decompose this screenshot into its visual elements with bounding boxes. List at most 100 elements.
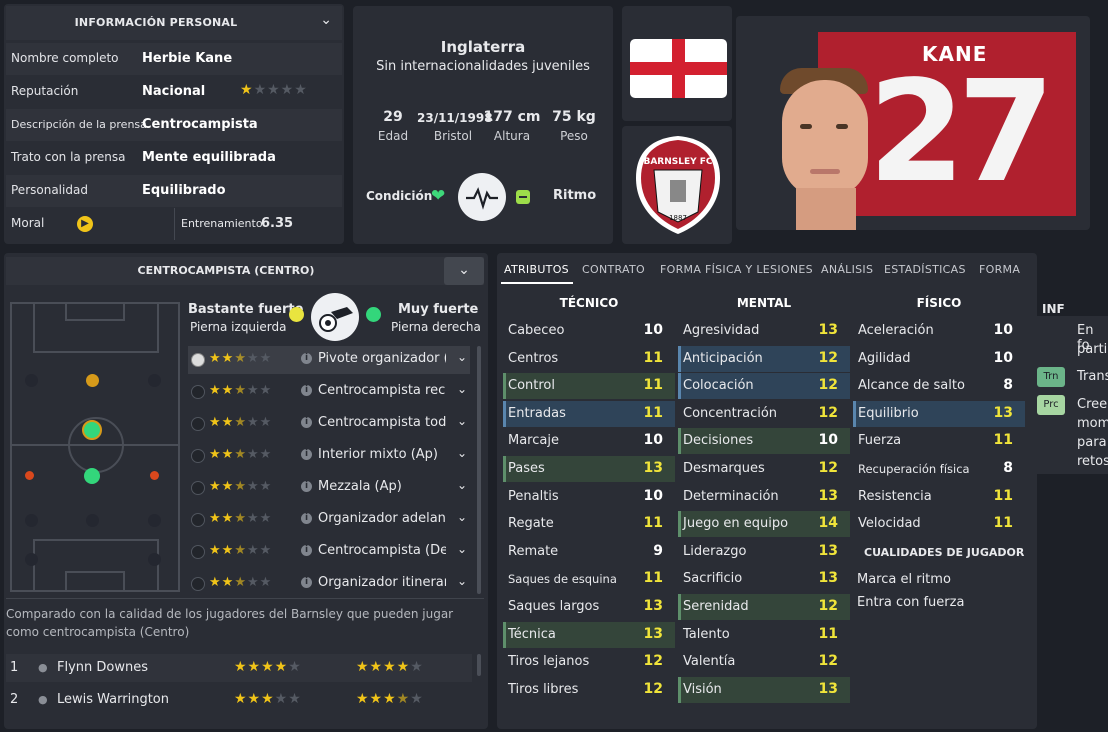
- attribute-row-mental[interactable]: Juego en equipo 14: [678, 511, 850, 538]
- info-icon[interactable]: i: [301, 417, 312, 428]
- attribute-row-physical[interactable]: Alcance de salto 8: [853, 373, 1025, 399]
- attribute-row-mental[interactable]: Liderazgo 13: [678, 539, 850, 565]
- chevron-down-icon[interactable]: ⌄: [457, 446, 467, 460]
- role-item[interactable]: ★★★★★ i Pivote organizador (... ⌄: [188, 346, 470, 374]
- attribute-row-mental[interactable]: Desmarques 12: [678, 456, 850, 482]
- attribute-row-technical[interactable]: Entradas 11: [503, 400, 675, 427]
- chevron-down-icon[interactable]: ⌄: [457, 574, 467, 588]
- info-icon[interactable]: i: [301, 481, 312, 492]
- morale-icon[interactable]: ▶: [77, 216, 93, 232]
- attribute-row-physical[interactable]: Fuerza 11: [853, 428, 1025, 454]
- personal-info-header[interactable]: INFORMACIÓN PERSONAL ⌄: [6, 6, 342, 40]
- tab-forma[interactable]: FORMA: [979, 263, 1020, 276]
- attribute-row-mental[interactable]: Agresividad 13: [678, 318, 850, 344]
- attribute-row-mental[interactable]: Serenidad 12: [678, 594, 850, 620]
- tab-analisis[interactable]: ANÁLISIS: [821, 263, 873, 276]
- tab-estadisticas[interactable]: ESTADÍSTICAS: [884, 263, 966, 276]
- attribute-row-technical[interactable]: Remate 9: [503, 539, 675, 565]
- attribute-row-physical[interactable]: Aceleración 10: [853, 318, 1025, 344]
- role-item[interactable]: ★★★★★ i Organizador itineran... ⌄: [188, 570, 470, 598]
- comparison-scrollbar[interactable]: [477, 654, 481, 676]
- role-item[interactable]: ★★★★★ i Mezzala (Ap) ⌄: [188, 474, 470, 502]
- attribute-row-technical[interactable]: Saques de esquina 11: [503, 566, 675, 592]
- current-ability-stars: ★★★★★: [234, 659, 302, 675]
- comparison-row[interactable]: 1 ● Flynn Downes ★★★★★ ★★★★★: [6, 654, 472, 682]
- attribute-row-technical[interactable]: Saques largos 13: [503, 594, 675, 620]
- attribute-row-technical[interactable]: Pases 13: [503, 456, 675, 482]
- role-select-radio[interactable]: [191, 449, 205, 463]
- attribute-value: 13: [993, 404, 1013, 421]
- attribute-value: 12: [818, 349, 838, 366]
- attribute-row-technical[interactable]: Centros 11: [503, 346, 675, 372]
- chevron-down-icon[interactable]: ⌄: [457, 350, 467, 364]
- attribute-row-technical[interactable]: Regate 11: [503, 511, 675, 537]
- attribute-row-physical[interactable]: Recuperación física 8: [853, 456, 1025, 482]
- tab-atributos[interactable]: ATRIBUTOS: [504, 263, 569, 276]
- chevron-down-icon[interactable]: ⌄: [457, 382, 467, 396]
- attribute-row-mental[interactable]: Decisiones 10: [678, 428, 850, 455]
- attribute-row-mental[interactable]: Talento 11: [678, 622, 850, 648]
- comparison-row[interactable]: 2 ● Lewis Warrington ★★★★★ ★★★★★: [6, 686, 472, 714]
- attribute-row-technical[interactable]: Cabeceo 10: [503, 318, 675, 344]
- chevron-down-icon[interactable]: ⌄: [320, 12, 332, 28]
- role-select-radio[interactable]: [191, 513, 205, 527]
- role-select-radio[interactable]: [191, 353, 205, 367]
- attribute-name: Anticipación: [683, 350, 763, 366]
- role-select-radio[interactable]: [191, 481, 205, 495]
- attribute-row-technical[interactable]: Tiros libres 12: [503, 677, 675, 703]
- attribute-row-technical[interactable]: Tiros lejanos 12: [503, 649, 675, 675]
- attribute-row-technical[interactable]: Marcaje 10: [503, 428, 675, 454]
- role-item[interactable]: ★★★★★ i Centrocampista tod... ⌄: [188, 410, 470, 438]
- role-select-radio[interactable]: [191, 385, 205, 399]
- chevron-down-icon[interactable]: ⌄: [457, 510, 467, 524]
- tab-forma-fisica[interactable]: FORMA FÍSICA Y LESIONES: [660, 263, 813, 276]
- pitch-dot-current-position[interactable]: [82, 420, 102, 440]
- attribute-row-physical[interactable]: Resistencia 11: [853, 484, 1025, 510]
- info-icon[interactable]: i: [301, 545, 312, 556]
- chevron-down-icon[interactable]: ⌄: [457, 542, 467, 556]
- info-icon[interactable]: i: [301, 385, 312, 396]
- info-icon[interactable]: i: [301, 577, 312, 588]
- comparison-text: Comparado con la calidad de los jugadore…: [6, 607, 454, 639]
- attribute-row-mental[interactable]: Valentía 12: [678, 649, 850, 675]
- chevron-down-icon[interactable]: ⌄: [457, 478, 467, 492]
- attribute-row-mental[interactable]: Anticipación 12: [678, 345, 850, 372]
- attribute-name: Equilibrio: [858, 405, 919, 421]
- role-stars: ★★★★★: [209, 415, 273, 430]
- role-item[interactable]: ★★★★★ i Centrocampista rec... ⌄: [188, 378, 470, 406]
- attribute-row-technical[interactable]: Penaltis 10: [503, 484, 675, 510]
- fitness-pulse-icon[interactable]: [458, 173, 506, 221]
- chevron-down-icon[interactable]: ⌄: [457, 414, 467, 428]
- attribute-row-mental[interactable]: Determinación 13: [678, 484, 850, 510]
- position-header[interactable]: CENTROCAMPISTA (CENTRO) ⌄: [6, 257, 484, 285]
- role-item[interactable]: ★★★★★ i Centrocampista (De) ⌄: [188, 538, 470, 566]
- attribute-row-mental[interactable]: Sacrificio 13: [678, 566, 850, 592]
- attribute-row-mental[interactable]: Colocación 12: [678, 373, 850, 400]
- role-select-radio[interactable]: [191, 417, 205, 431]
- info-icon[interactable]: i: [301, 449, 312, 460]
- info-value: Centrocampista: [142, 117, 258, 132]
- attribute-row-technical[interactable]: Técnica 13: [503, 621, 675, 648]
- roles-scrollbar[interactable]: [477, 346, 481, 594]
- attribute-row-physical[interactable]: Equilibrio 13: [853, 400, 1025, 427]
- tab-contrato[interactable]: CONTRATO: [582, 263, 645, 276]
- role-select-radio[interactable]: [191, 577, 205, 591]
- attribute-row-physical[interactable]: Agilidad 10: [853, 346, 1025, 372]
- attribute-row-mental[interactable]: Visión 13: [678, 676, 850, 703]
- position-dropdown-button[interactable]: ⌄: [444, 257, 484, 285]
- attribute-row-technical[interactable]: Control 11: [503, 373, 675, 400]
- attribute-name: Decisiones: [683, 433, 754, 449]
- info-icon[interactable]: i: [301, 353, 312, 364]
- right-foot-indicator: [366, 307, 381, 322]
- comparison-name: Flynn Downes: [57, 660, 148, 675]
- attribute-value: 13: [818, 680, 838, 697]
- role-item[interactable]: ★★★★★ i Organizador adelant... ⌄: [188, 506, 470, 534]
- info-icon[interactable]: i: [301, 513, 312, 524]
- attribute-name: Centros: [508, 350, 559, 366]
- attribute-row-mental[interactable]: Concentración 12: [678, 401, 850, 427]
- role-item[interactable]: ★★★★★ i Interior mixto (Ap) ⌄: [188, 442, 470, 470]
- attribute-row-physical[interactable]: Velocidad 11: [853, 511, 1025, 537]
- attribute-name: Valentía: [683, 654, 736, 670]
- info-row-morale[interactable]: Moral ▶ Entrenamiento 6.35: [6, 208, 342, 240]
- role-select-radio[interactable]: [191, 545, 205, 559]
